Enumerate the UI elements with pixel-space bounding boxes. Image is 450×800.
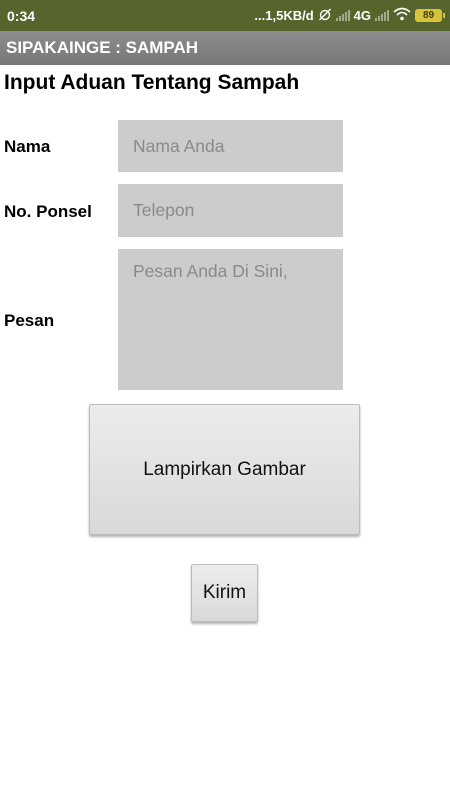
alarm-off-icon xyxy=(318,7,332,24)
name-label: Nama xyxy=(4,137,51,156)
wifi-icon xyxy=(393,7,411,24)
attach-image-button[interactable]: Lampirkan Gambar xyxy=(89,404,360,535)
status-icons: ...1,5KB/d 4G 89 xyxy=(254,7,445,24)
signal-icon xyxy=(335,10,350,21)
message-label: Pesan xyxy=(4,311,55,330)
battery-icon: 89 xyxy=(415,9,445,22)
phone-input[interactable] xyxy=(118,184,343,237)
signal-icon-secondary xyxy=(375,10,389,21)
message-input[interactable] xyxy=(118,249,343,390)
status-time: 0:34 xyxy=(7,7,36,24)
name-input[interactable] xyxy=(118,120,343,172)
app-title-bar: SIPAKAINGE : SAMPAH xyxy=(0,31,450,65)
status-bar: 0:34 ...1,5KB/d 4G 89 xyxy=(0,0,450,31)
network-speed: ...1,5KB/d xyxy=(254,8,314,23)
form-heading: Input Aduan Tentang Sampah xyxy=(4,71,300,94)
send-button[interactable]: Kirim xyxy=(191,564,258,622)
phone-label: No. Ponsel xyxy=(4,202,92,221)
app-title: SIPAKAINGE : SAMPAH xyxy=(6,38,199,57)
network-type: 4G xyxy=(353,8,371,23)
